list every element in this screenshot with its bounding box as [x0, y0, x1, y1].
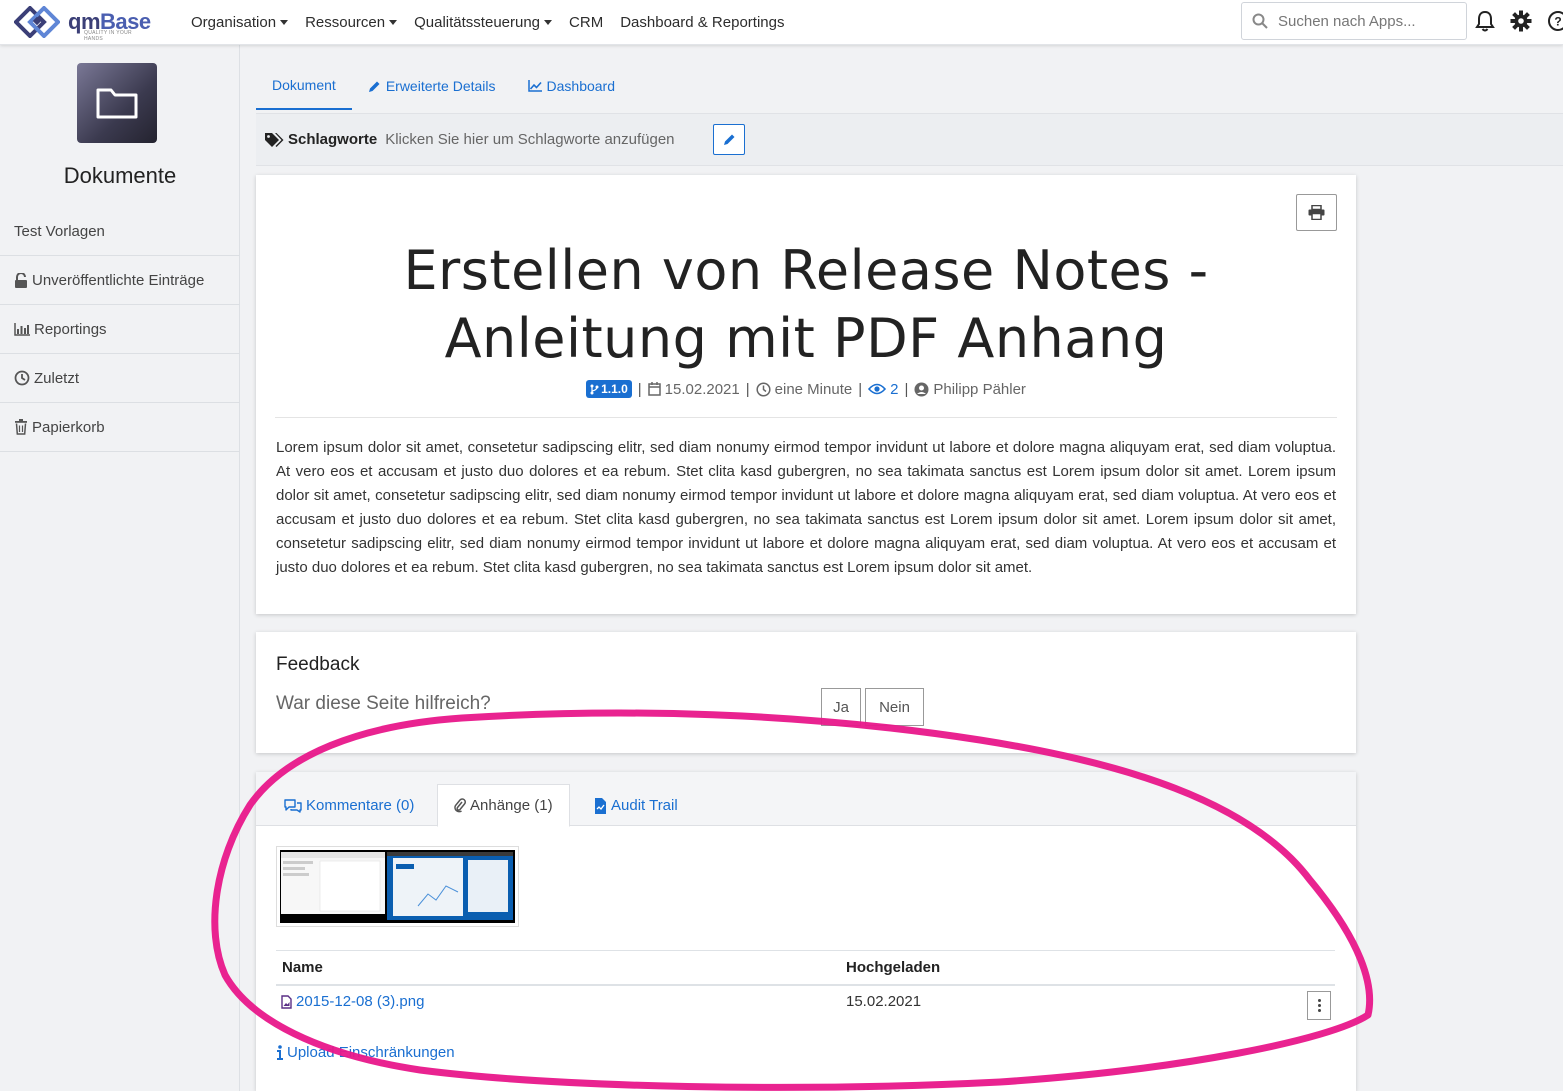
trash-icon — [14, 419, 28, 435]
nav-item-crm[interactable]: CRM — [569, 14, 603, 31]
column-header-name: Name — [282, 959, 323, 976]
sidebar-item-label: Test Vorlagen — [14, 222, 105, 240]
read-time: eine Minute — [774, 380, 853, 398]
attachments-tabbar: Kommentare (0) Anhänge (1) Audit Trail — [256, 772, 1356, 827]
paperclip-icon — [454, 798, 466, 813]
brand-logo[interactable]: qmBase QUALITY IN YOUR HANDS — [14, 4, 151, 42]
file-image-icon — [281, 994, 292, 1009]
author-name: Philipp Pähler — [933, 380, 1026, 398]
clock-icon — [756, 381, 771, 397]
nav-item-ressourcen[interactable]: Ressourcen — [305, 14, 398, 31]
user-circle-icon — [914, 382, 929, 397]
pencil-icon — [723, 134, 734, 145]
top-navbar: qmBase QUALITY IN YOUR HANDS Organisatio… — [0, 0, 1563, 45]
sidebar-item-label: Unveröffentlichte Einträge — [32, 271, 205, 289]
file-audit-icon — [594, 797, 607, 814]
attachment-upload-date: 15.02.2021 — [846, 993, 922, 1010]
document-date: 15.02.2021 — [664, 380, 740, 398]
search-input[interactable] — [1278, 12, 1448, 30]
document-meta: 1.1.0 | 15.02.2021 | eine Minute | 2 | P… — [256, 380, 1356, 398]
screenshot-preview-image — [280, 850, 515, 923]
divider — [276, 950, 1335, 951]
comments-icon — [284, 798, 302, 813]
clock-icon — [14, 370, 30, 386]
document-tabs: Dokument Erweiterte Details Dashboard — [256, 62, 631, 110]
feedback-title: Feedback — [276, 654, 360, 675]
qmbase-logo-icon — [14, 6, 60, 38]
sidebar-item-test-vorlagen[interactable]: Test Vorlagen — [0, 207, 240, 256]
tags-label: Schlagworte — [288, 131, 378, 148]
tab-audit-trail[interactable]: Audit Trail — [578, 784, 694, 827]
tab-anhaenge[interactable]: Anhänge (1) — [437, 784, 570, 827]
sidebar-item-label: Reportings — [34, 320, 107, 338]
caret-down-icon — [389, 20, 398, 25]
row-actions-button[interactable] — [1307, 991, 1331, 1020]
document-title: Erstellen von Release Notes - Anleitung … — [403, 239, 1209, 370]
unlock-icon — [14, 272, 28, 288]
main-nav: Organisation Ressourcen Qualitätssteueru… — [191, 0, 801, 45]
sidebar-item-papierkorb[interactable]: Papierkorb — [0, 403, 240, 452]
pencil-icon — [368, 80, 381, 93]
nav-item-dashboard-reportings[interactable]: Dashboard & Reportings — [620, 14, 784, 31]
nav-item-organisation[interactable]: Organisation — [191, 14, 289, 31]
sidebar: Dokumente Test Vorlagen Unveröffentlicht… — [0, 45, 240, 1091]
views-count: 2 — [868, 381, 898, 398]
sidebar-logo — [77, 63, 157, 143]
sidebar-item-reportings[interactable]: Reportings — [0, 305, 240, 354]
feedback-question: War diese Seite hilfreich? — [276, 693, 491, 714]
divider — [275, 417, 1337, 418]
caret-down-icon — [544, 20, 553, 25]
search-icon — [1252, 13, 1268, 29]
column-header-uploaded: Hochgeladen — [846, 959, 941, 976]
edit-tags-button[interactable] — [713, 124, 745, 155]
svg-text:?: ? — [1554, 15, 1561, 29]
version-badge: 1.1.0 — [586, 380, 632, 398]
attachment-file-link[interactable]: 2015-12-08 (3).png — [281, 993, 424, 1010]
feedback-yes-button[interactable]: Ja — [821, 688, 861, 726]
attachments-card: Kommentare (0) Anhänge (1) Audit Trail N… — [256, 772, 1356, 1091]
divider — [276, 984, 1335, 986]
tags-icon — [264, 132, 284, 148]
tab-kommentare[interactable]: Kommentare (0) — [268, 784, 430, 827]
feedback-no-button[interactable]: Nein — [865, 688, 924, 726]
document-body: Lorem ipsum dolor sit amet, consetetur s… — [276, 439, 1336, 576]
tab-dashboard[interactable]: Dashboard — [512, 62, 632, 110]
caret-down-icon — [280, 20, 289, 25]
document-card: Erstellen von Release Notes - Anleitung … — [256, 175, 1356, 614]
calendar-icon — [647, 382, 661, 396]
feedback-card: Feedback War diese Seite hilfreich? Ja N… — [256, 632, 1356, 753]
app-search[interactable] — [1241, 2, 1467, 40]
sidebar-title: Dokumente — [63, 163, 177, 188]
folder-icon — [96, 88, 138, 119]
sidebar-list: Test Vorlagen Unveröffentlichte Einträge… — [0, 207, 240, 452]
tags-bar: Schlagworte Klicken Sie hier um Schlagwo… — [256, 113, 1563, 166]
bar-chart-icon — [14, 322, 30, 336]
tab-erweiterte-details[interactable]: Erweiterte Details — [352, 62, 512, 110]
info-icon — [277, 1045, 283, 1060]
print-button[interactable] — [1296, 194, 1337, 231]
line-chart-icon — [527, 80, 542, 92]
sidebar-item-unveroeffentlicht[interactable]: Unveröffentlichte Einträge — [0, 256, 240, 305]
sidebar-item-label: Papierkorb — [32, 418, 105, 436]
upload-restrictions-link[interactable]: Upload Einschränkungen — [276, 1044, 455, 1061]
tab-dokument[interactable]: Dokument — [256, 62, 352, 110]
bell-icon[interactable] — [1474, 10, 1496, 32]
tags-hint[interactable]: Klicken Sie hier um Schlagworte anzufüge… — [385, 131, 674, 148]
brand-tagline: QUALITY IN YOUR HANDS — [84, 30, 132, 42]
attachment-thumbnail[interactable] — [276, 846, 519, 927]
gear-icon[interactable] — [1510, 10, 1532, 32]
print-icon — [1308, 205, 1325, 220]
sidebar-item-label: Zuletzt — [34, 369, 80, 387]
nav-item-qualitaetssteuerung[interactable]: Qualitätssteuerung — [414, 14, 553, 31]
sidebar-item-zuletzt[interactable]: Zuletzt — [0, 354, 240, 403]
code-branch-icon — [590, 384, 599, 394]
eye-icon — [868, 383, 887, 395]
help-icon[interactable]: ? — [1545, 10, 1563, 32]
